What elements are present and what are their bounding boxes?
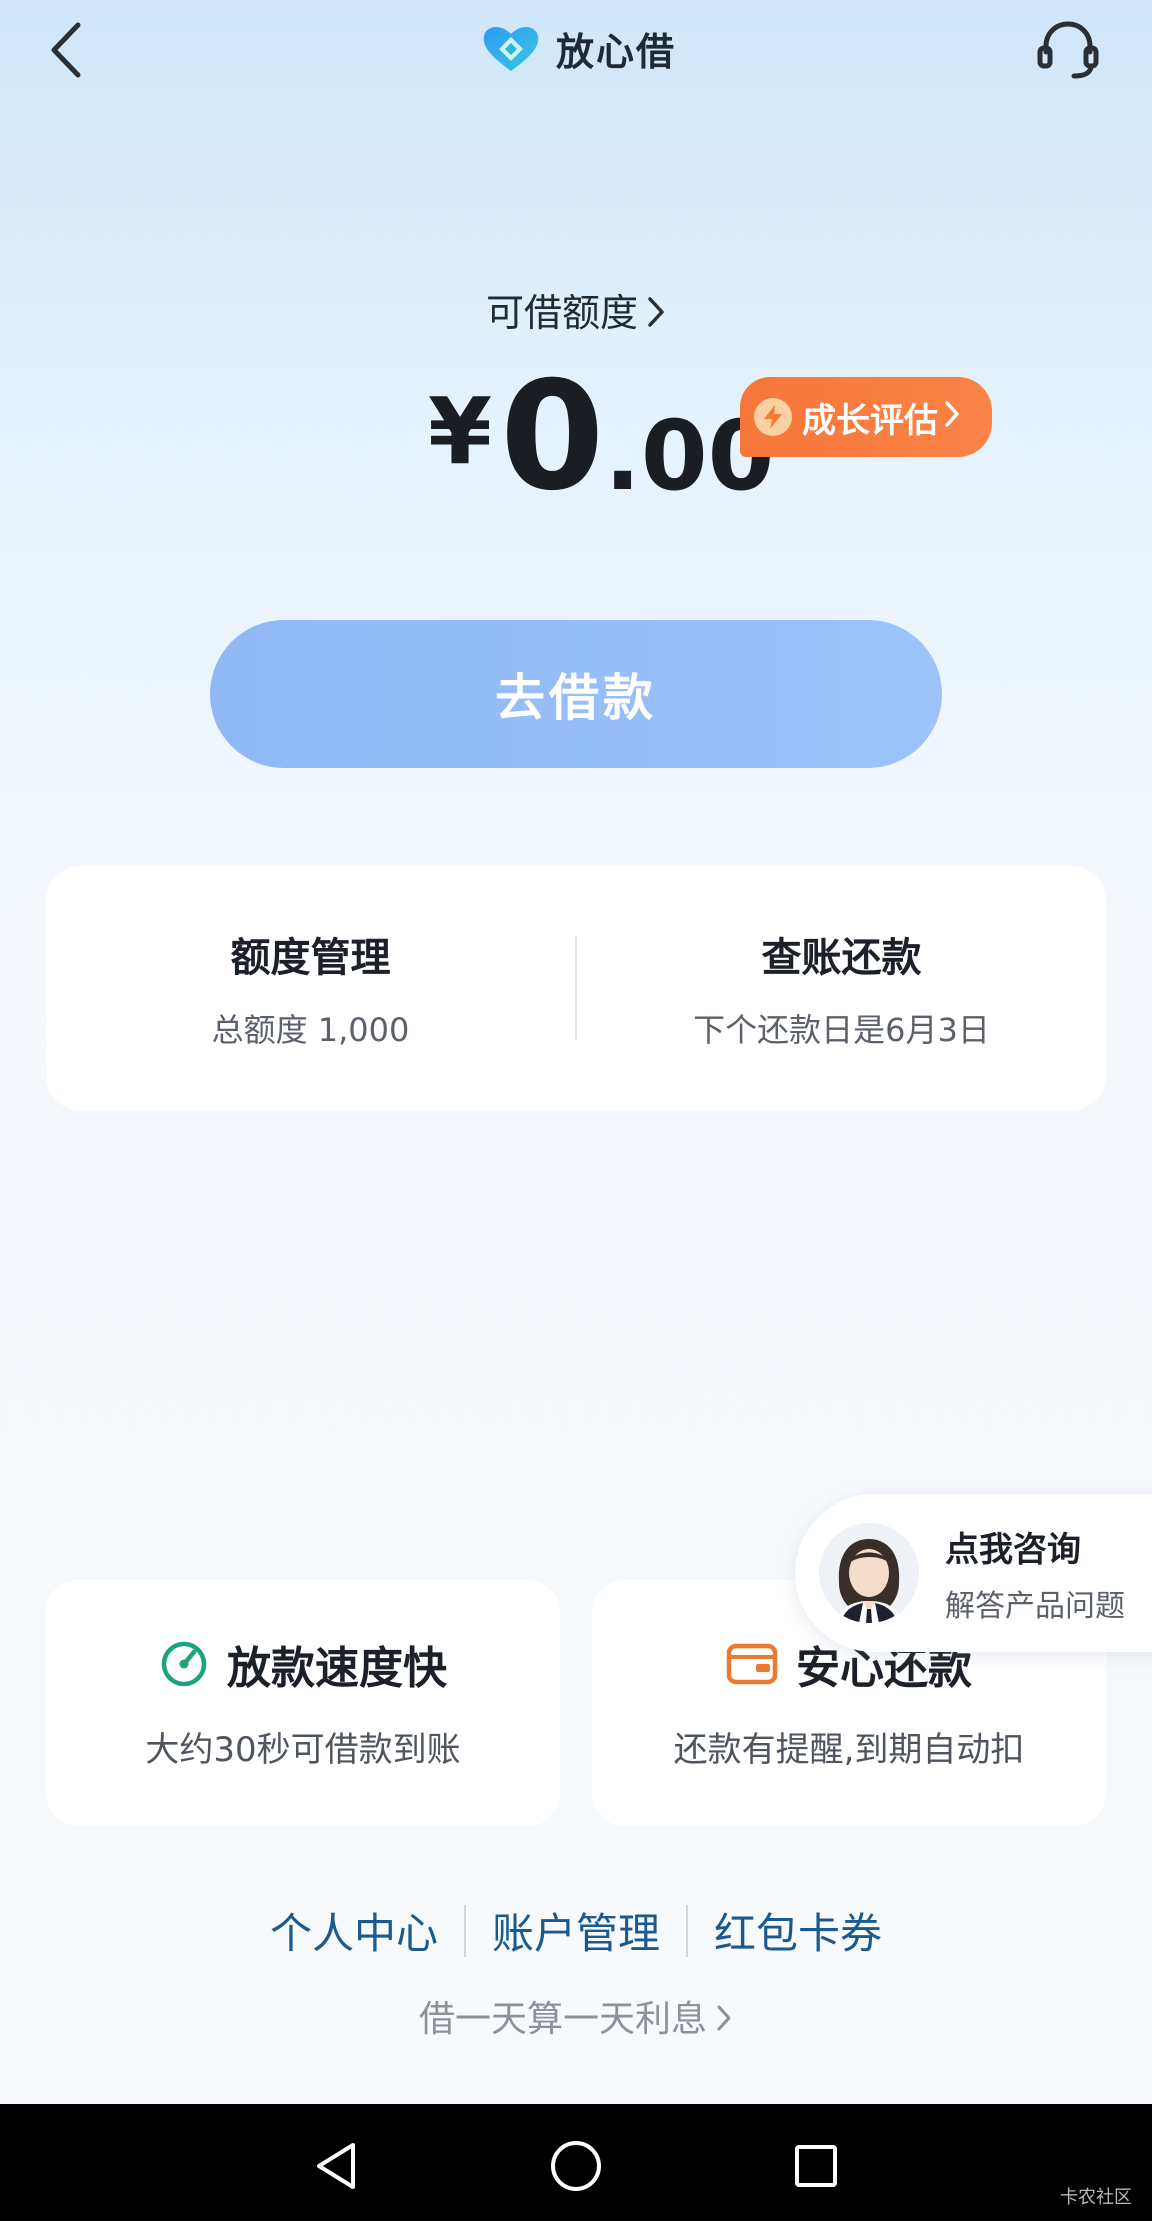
credit-limit-label: 可借额度 [485, 291, 638, 335]
consult-title: 点我咨询 [945, 1529, 1081, 1570]
customer-service-button[interactable] [1030, 14, 1106, 86]
bill-repayment[interactable]: 查账还款 下个还款日是6月3日 [577, 925, 1106, 1051]
link-personal-center[interactable]: 个人中心 [244, 1900, 464, 1961]
feature-card-fast-loan: 放款速度快 大约30秒可借款到账 [46, 1580, 560, 1826]
available-amount: ¥ 0 .00 [428, 362, 774, 512]
lightning-icon [754, 398, 792, 436]
brand-name: 放心借 [556, 29, 677, 74]
speedometer-icon [161, 1641, 207, 1687]
link-account-management[interactable]: 账户管理 [466, 1900, 686, 1961]
triangle-back-icon [317, 2143, 355, 2189]
nav-home-button[interactable] [536, 2126, 616, 2206]
wallet-icon [726, 1643, 778, 1685]
interest-note: 借一天算一天利息 [418, 1999, 707, 2040]
borrow-button[interactable]: 去借款 [210, 620, 942, 768]
total-quota: 总额度 1,000 [211, 1011, 410, 1049]
chevron-left-icon [51, 22, 81, 78]
headset-icon [1037, 21, 1099, 79]
growth-assessment-label: 成长评估 [802, 400, 938, 441]
interest-note-link[interactable]: 借一天算一天利息 [0, 1990, 1152, 2042]
next-repayment-date: 下个还款日是6月3日 [693, 1011, 990, 1049]
back-button[interactable] [36, 14, 96, 86]
bill-repayment-title: 查账还款 [761, 935, 922, 981]
agent-avatar [819, 1523, 919, 1623]
circle-home-icon [551, 2141, 601, 2191]
growth-assessment-button[interactable]: 成长评估 [740, 377, 992, 457]
credit-limit-link[interactable]: 可借额度 [0, 282, 1152, 338]
feature-desc: 还款有提醒,到期自动扣 [673, 1730, 1025, 1770]
quota-management[interactable]: 额度管理 总额度 1,000 [46, 925, 575, 1051]
nav-recent-apps-button[interactable] [776, 2126, 856, 2206]
nav-back-button[interactable] [296, 2126, 376, 2206]
brand: 放心借 [480, 18, 676, 78]
chevron-right-icon [715, 2001, 733, 2042]
amount-integer: 0 [500, 350, 605, 524]
brand-logo-icon [483, 27, 539, 71]
square-recent-icon [795, 2145, 837, 2187]
footer-links: 个人中心 账户管理 红包卡券 [0, 1900, 1152, 1961]
quota-card: 额度管理 总额度 1,000 查账还款 下个还款日是6月3日 [46, 866, 1106, 1110]
currency-symbol: ¥ [428, 378, 493, 485]
watermark: 卡农社区 [1060, 2187, 1132, 2208]
consult-subtitle: 解答产品问题 [945, 1588, 1125, 1624]
link-coupons[interactable]: 红包卡券 [688, 1900, 908, 1961]
system-nav-bar: 卡农社区 [0, 2104, 1152, 2221]
chevron-right-icon [646, 294, 666, 338]
feature-desc: 大约30秒可借款到账 [145, 1730, 461, 1770]
quota-management-title: 额度管理 [230, 935, 391, 981]
feature-title: 放款速度快 [227, 1643, 447, 1694]
top-bar: 放心借 [0, 0, 1152, 100]
consult-button[interactable]: 点我咨询 解答产品问题 [795, 1494, 1152, 1652]
chevron-right-icon [944, 397, 960, 437]
